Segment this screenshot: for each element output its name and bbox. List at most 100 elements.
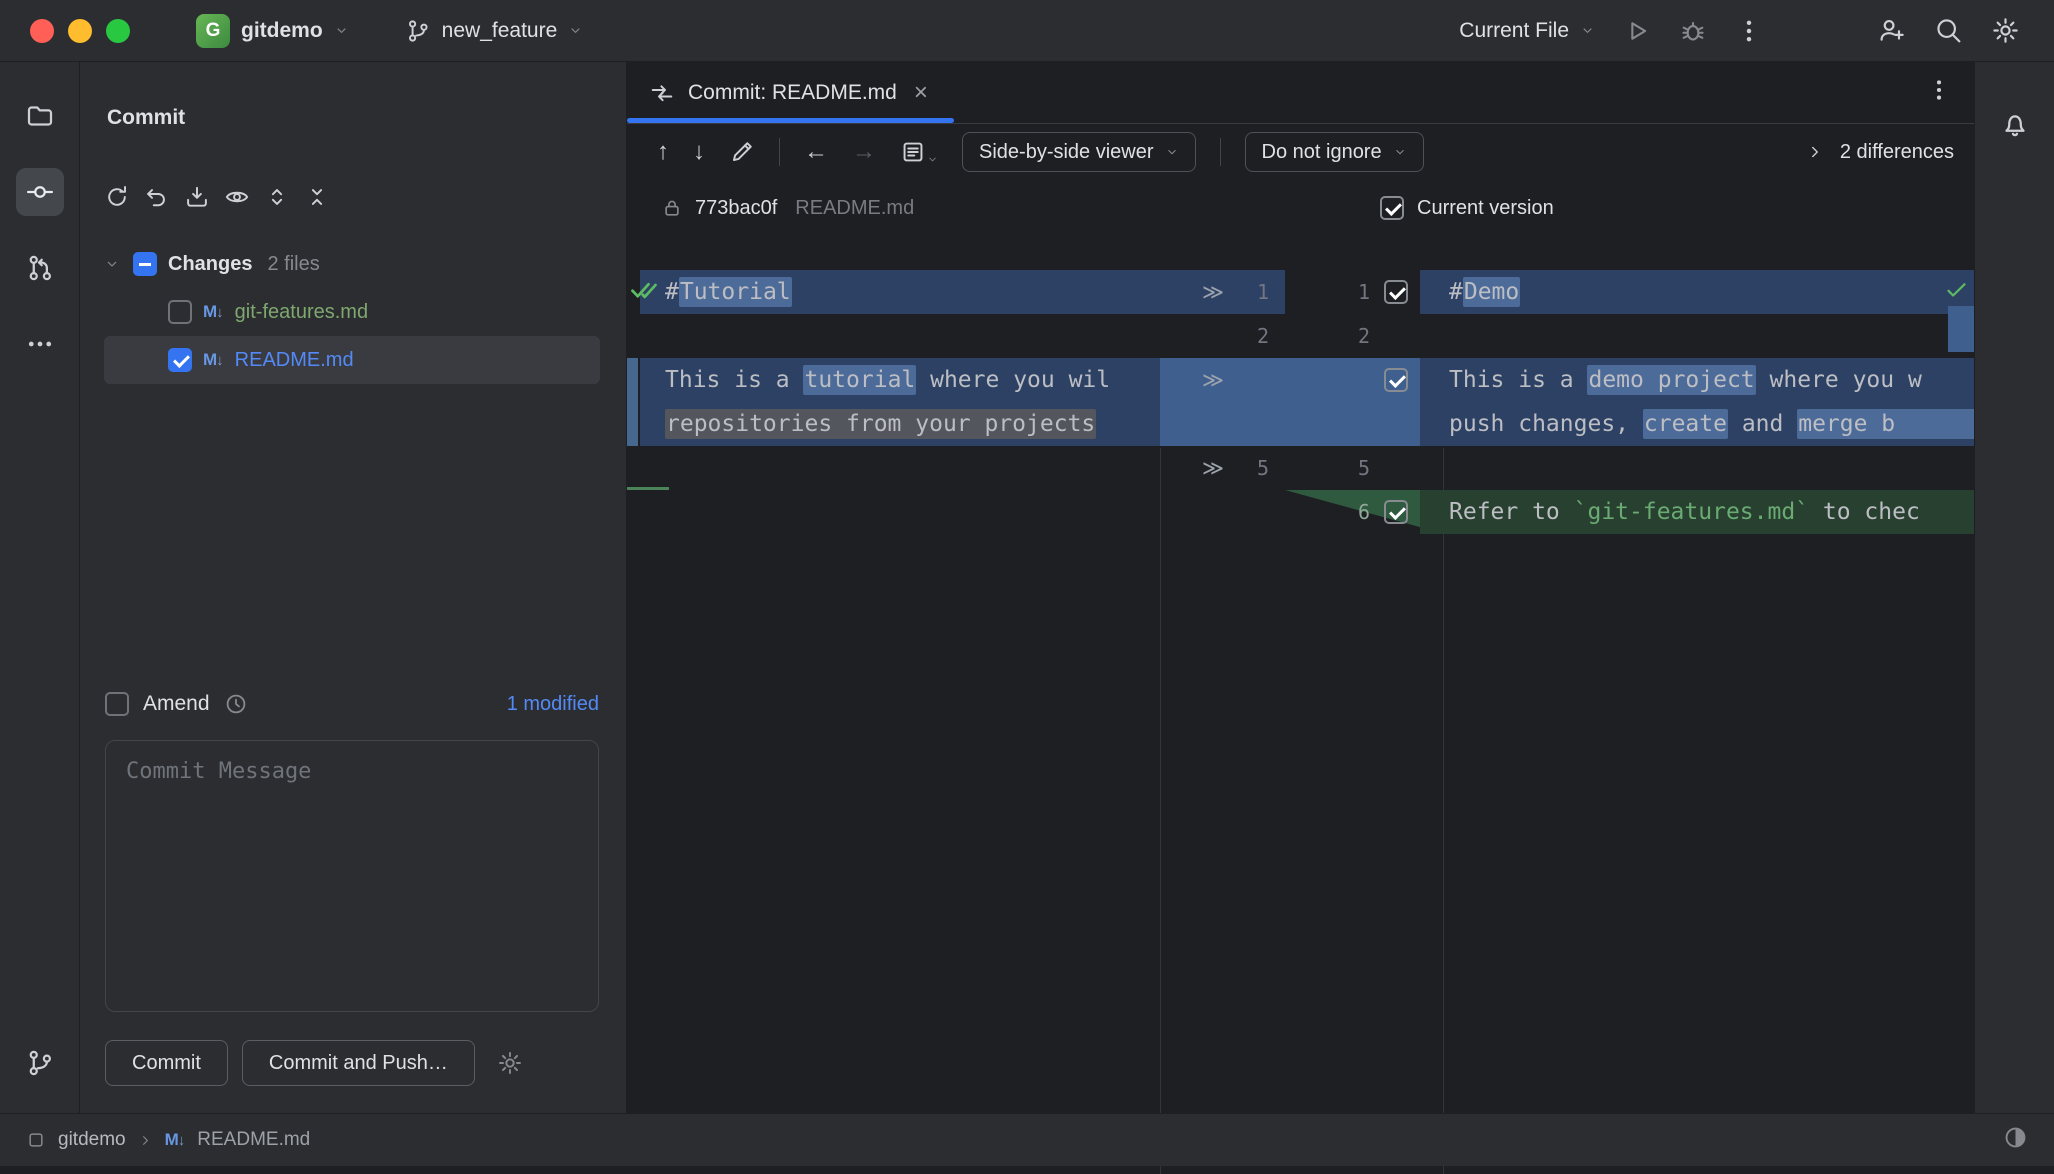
right-line-4: push changes, create and merge b xyxy=(1445,402,1974,446)
breadcrumb-file[interactable]: README.md xyxy=(197,1129,310,1151)
right-line-6: Refer to `git-features.md` to chec xyxy=(1445,490,1974,534)
add-user-icon[interactable] xyxy=(1877,16,1906,45)
collapse-all-icon[interactable] xyxy=(304,184,330,210)
chevron-down-icon xyxy=(1580,23,1595,38)
ignore-mode-dropdown[interactable]: Do not ignore xyxy=(1245,132,1424,172)
chevron-down-icon[interactable] xyxy=(104,256,120,272)
toolbar-separator xyxy=(1220,138,1221,166)
changed-word: demo project xyxy=(1587,365,1755,395)
include-chunk-checkbox[interactable] xyxy=(1384,368,1408,392)
project-selector[interactable]: G gitdemo xyxy=(196,14,349,48)
left-gutter-4 xyxy=(1160,402,1285,446)
changed-word: create xyxy=(1643,409,1728,439)
commit-message-input[interactable] xyxy=(106,741,598,1011)
more-options-icon[interactable] xyxy=(1735,17,1763,45)
gutter-gap xyxy=(1420,358,1445,402)
more-tool-windows-button[interactable] xyxy=(16,320,64,368)
previous-difference-icon[interactable]: ↑ xyxy=(657,140,669,164)
left-tool-strip xyxy=(0,62,80,1113)
diff-row-5: ≫5 5 xyxy=(627,446,1974,490)
ignore-mode-label: Do not ignore xyxy=(1262,141,1382,164)
refresh-icon[interactable] xyxy=(104,184,130,210)
viewer-mode-dropdown[interactable]: Side-by-side viewer xyxy=(962,132,1196,172)
window-close-button[interactable] xyxy=(30,19,54,43)
include-chunk-checkbox[interactable] xyxy=(1384,280,1408,304)
project-name: gitdemo xyxy=(241,19,323,43)
file-row-git-features[interactable]: M↓ git-features.md xyxy=(104,288,600,336)
right-gutter-4 xyxy=(1285,402,1420,446)
applied-change-check-icon xyxy=(1945,278,1969,302)
diff-row-6: 6 Refer to `git-features.md` to chec xyxy=(627,490,1974,534)
commit-and-push-button[interactable]: Commit and Push… xyxy=(242,1040,475,1086)
file-row-readme[interactable]: M↓ README.md xyxy=(104,336,600,384)
modified-files-link[interactable]: 1 modified xyxy=(507,693,599,716)
file-checkbox[interactable] xyxy=(168,300,192,324)
project-tool-button[interactable] xyxy=(16,92,64,140)
file-checkbox[interactable] xyxy=(168,348,192,372)
right-gutter-2: 2 xyxy=(1285,314,1420,358)
run-config-selector[interactable]: Current File xyxy=(1459,19,1595,43)
right-line-5 xyxy=(1445,446,1974,490)
diff-row-1: #Tutorial ≫1 1 #Demo xyxy=(627,270,1974,314)
diff-row-4: repositories from your projects push cha… xyxy=(627,402,1974,446)
scrollbar-change-marker xyxy=(1948,306,1974,352)
breadcrumb-project[interactable]: gitdemo xyxy=(58,1129,126,1151)
right-gutter-1: 1 xyxy=(1285,270,1420,314)
settings-gear-icon[interactable] xyxy=(1991,16,2020,45)
project-avatar: G xyxy=(196,14,230,48)
viewer-mode-label: Side-by-side viewer xyxy=(979,141,1154,164)
next-difference-icon[interactable]: ↓ xyxy=(693,140,705,164)
navigate-chunk-icon[interactable]: ≫ xyxy=(1202,456,1232,480)
commit-options-gear-icon[interactable] xyxy=(497,1050,523,1076)
folder-icon xyxy=(25,101,55,131)
chevron-down-icon xyxy=(334,23,349,38)
changed-word: Demo xyxy=(1463,277,1520,307)
changes-group-meta: 2 files xyxy=(267,253,319,276)
shelve-icon[interactable] xyxy=(184,184,210,210)
history-clock-icon[interactable] xyxy=(224,692,248,716)
navigate-chunk-icon[interactable]: ≫ xyxy=(1202,280,1232,304)
pull-request-icon xyxy=(25,253,55,283)
notifications-button[interactable] xyxy=(1991,100,2039,148)
tab-options-kebab-icon[interactable] xyxy=(1926,77,1952,103)
changes-group-row[interactable]: Changes 2 files xyxy=(80,240,626,288)
diff-row-2: 2 2 xyxy=(627,314,1974,358)
pull-requests-tool-button[interactable] xyxy=(16,244,64,292)
applied-changes-check-icon xyxy=(630,277,660,303)
show-diff-eye-icon[interactable] xyxy=(224,184,250,210)
titlebar-actions: Current File xyxy=(1459,16,2054,45)
debug-icon[interactable] xyxy=(1679,17,1707,45)
expand-all-icon[interactable] xyxy=(264,184,290,210)
include-chunk-checkbox[interactable] xyxy=(1384,500,1408,524)
version-control-tool-button[interactable] xyxy=(16,1039,64,1087)
amend-checkbox[interactable] xyxy=(105,692,129,716)
diff-toolbar: ↑ ↓ ← → Side-by-side viewer Do not ignor… xyxy=(627,124,1974,180)
gutter-gap xyxy=(1420,490,1445,534)
tab-commit-readme[interactable]: Commit: README.md × xyxy=(627,62,954,123)
chevron-right-icon[interactable] xyxy=(1806,143,1824,161)
diff-icon xyxy=(649,80,675,106)
search-icon[interactable] xyxy=(1934,16,1963,45)
branch-selector[interactable]: new_feature xyxy=(405,18,584,44)
current-version-toggle[interactable]: Current version xyxy=(1380,196,1554,220)
close-icon[interactable]: × xyxy=(914,81,928,105)
contrast-theme-icon[interactable] xyxy=(2003,1125,2028,1150)
changed-word: tutorial xyxy=(803,365,916,395)
commit-button[interactable]: Commit xyxy=(105,1040,228,1086)
edit-pencil-icon[interactable] xyxy=(729,139,755,165)
rollback-icon[interactable] xyxy=(144,184,170,210)
back-icon[interactable]: ← xyxy=(804,140,828,164)
run-icon[interactable] xyxy=(1623,17,1651,45)
navigate-chunk-icon[interactable]: ≫ xyxy=(1202,368,1232,392)
insertion-marker xyxy=(627,487,669,490)
left-gutter-5: ≫5 xyxy=(1160,446,1285,490)
changes-group-checkbox[interactable] xyxy=(133,252,157,276)
window-minimize-button[interactable] xyxy=(68,19,92,43)
window-zoom-button[interactable] xyxy=(106,19,130,43)
branch-name: new_feature xyxy=(442,19,558,43)
diff-preview-list-icon[interactable] xyxy=(900,139,926,165)
commit-buttons: Commit Commit and Push… xyxy=(105,1040,523,1086)
commit-tool-button[interactable] xyxy=(16,168,64,216)
revision-hash: 773bac0f xyxy=(695,197,777,220)
current-version-checkbox[interactable] xyxy=(1380,196,1404,220)
